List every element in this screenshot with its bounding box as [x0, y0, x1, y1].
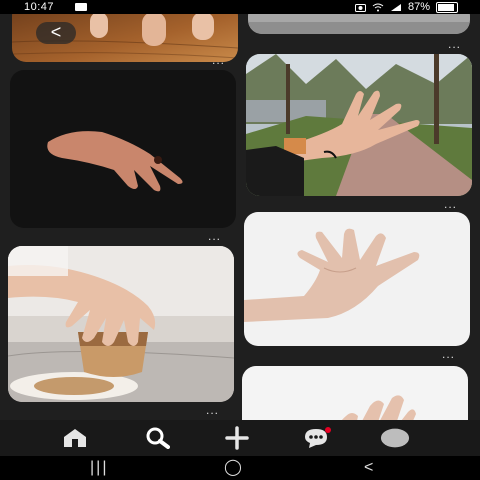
nav-search[interactable] [142, 426, 172, 450]
camera-icon [354, 3, 366, 12]
status-bar: 10:47 87% [0, 0, 480, 14]
battery-percent: 87% [407, 1, 430, 13]
home-icon [64, 429, 86, 447]
back-button[interactable]: < [36, 22, 76, 44]
system-back-button[interactable]: < [364, 456, 373, 480]
gallery-notification-icon [75, 3, 87, 11]
card-menu-button[interactable]: ... [448, 38, 461, 50]
nav-create[interactable] [222, 426, 252, 450]
nav-home[interactable] [60, 426, 90, 450]
recents-button[interactable]: ||| [90, 456, 108, 480]
battery-icon [436, 1, 458, 13]
card-menu-button[interactable]: ... [442, 348, 455, 360]
pin-image [246, 54, 472, 196]
nav-messages[interactable] [302, 426, 332, 450]
add-icon [225, 426, 249, 450]
messages-icon [305, 427, 331, 448]
system-nav-bar: ||| ◯ < [0, 456, 480, 480]
pin-card-wood-fingers[interactable]: < [12, 14, 238, 62]
card-menu-button[interactable]: ... [212, 54, 225, 66]
wifi-icon [372, 3, 384, 11]
nav-profile[interactable] [380, 426, 410, 450]
pin-card-street-hand[interactable] [246, 54, 472, 196]
pin-image [10, 70, 236, 228]
bottom-nav [0, 420, 480, 456]
card-menu-button[interactable]: ... [444, 198, 457, 210]
card-menu-button[interactable]: ... [208, 230, 221, 242]
pin-image [242, 366, 468, 420]
status-icons: 87% [354, 0, 458, 14]
pin-image [8, 246, 234, 402]
signal-icon [390, 3, 401, 11]
profile-icon [380, 428, 410, 448]
pin-card-white-hand[interactable] [244, 212, 470, 346]
pin-card-top-right[interactable] [248, 14, 470, 34]
card-menu-button[interactable]: ... [206, 404, 219, 416]
clock: 10:47 [24, 1, 55, 13]
search-icon [146, 427, 170, 449]
system-home-button[interactable]: ◯ [224, 456, 242, 480]
pin-card-coffee-hand[interactable] [8, 246, 234, 402]
pin-image [244, 212, 470, 346]
pin-feed[interactable]: < ... ... ... ... ... ... [0, 14, 480, 420]
pin-card-dark-hand[interactable] [10, 70, 236, 228]
pin-card-bottom-right[interactable] [242, 366, 468, 420]
pin-image [248, 14, 470, 34]
